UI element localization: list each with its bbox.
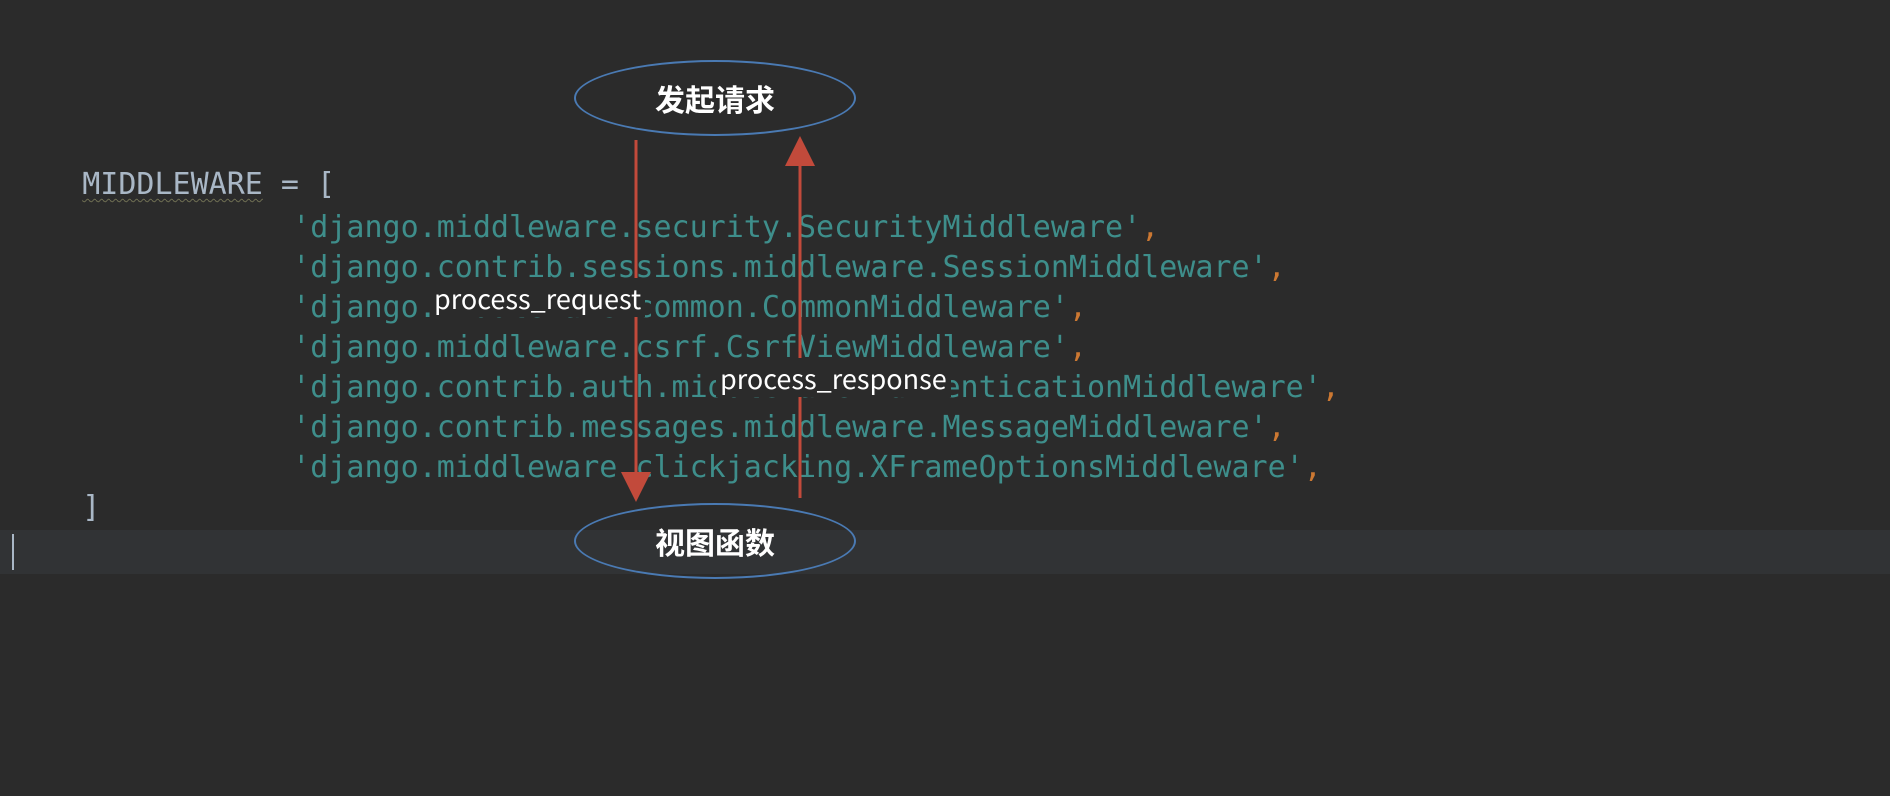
code-close-bracket: ] (10, 448, 100, 568)
diagram-stage: MIDDLEWARE = [ 'django.middleware.securi… (0, 0, 1890, 796)
node-top-label: 发起请求 (655, 76, 775, 120)
label-process-response: process_response (716, 358, 951, 397)
node-bottom-ellipse: 视图函数 (574, 503, 856, 579)
node-bottom-label: 视图函数 (655, 519, 775, 563)
node-top-ellipse: 发起请求 (574, 60, 856, 136)
current-line-highlight (0, 530, 1890, 574)
text-caret (12, 534, 14, 570)
label-process-request: process_request (430, 278, 645, 317)
